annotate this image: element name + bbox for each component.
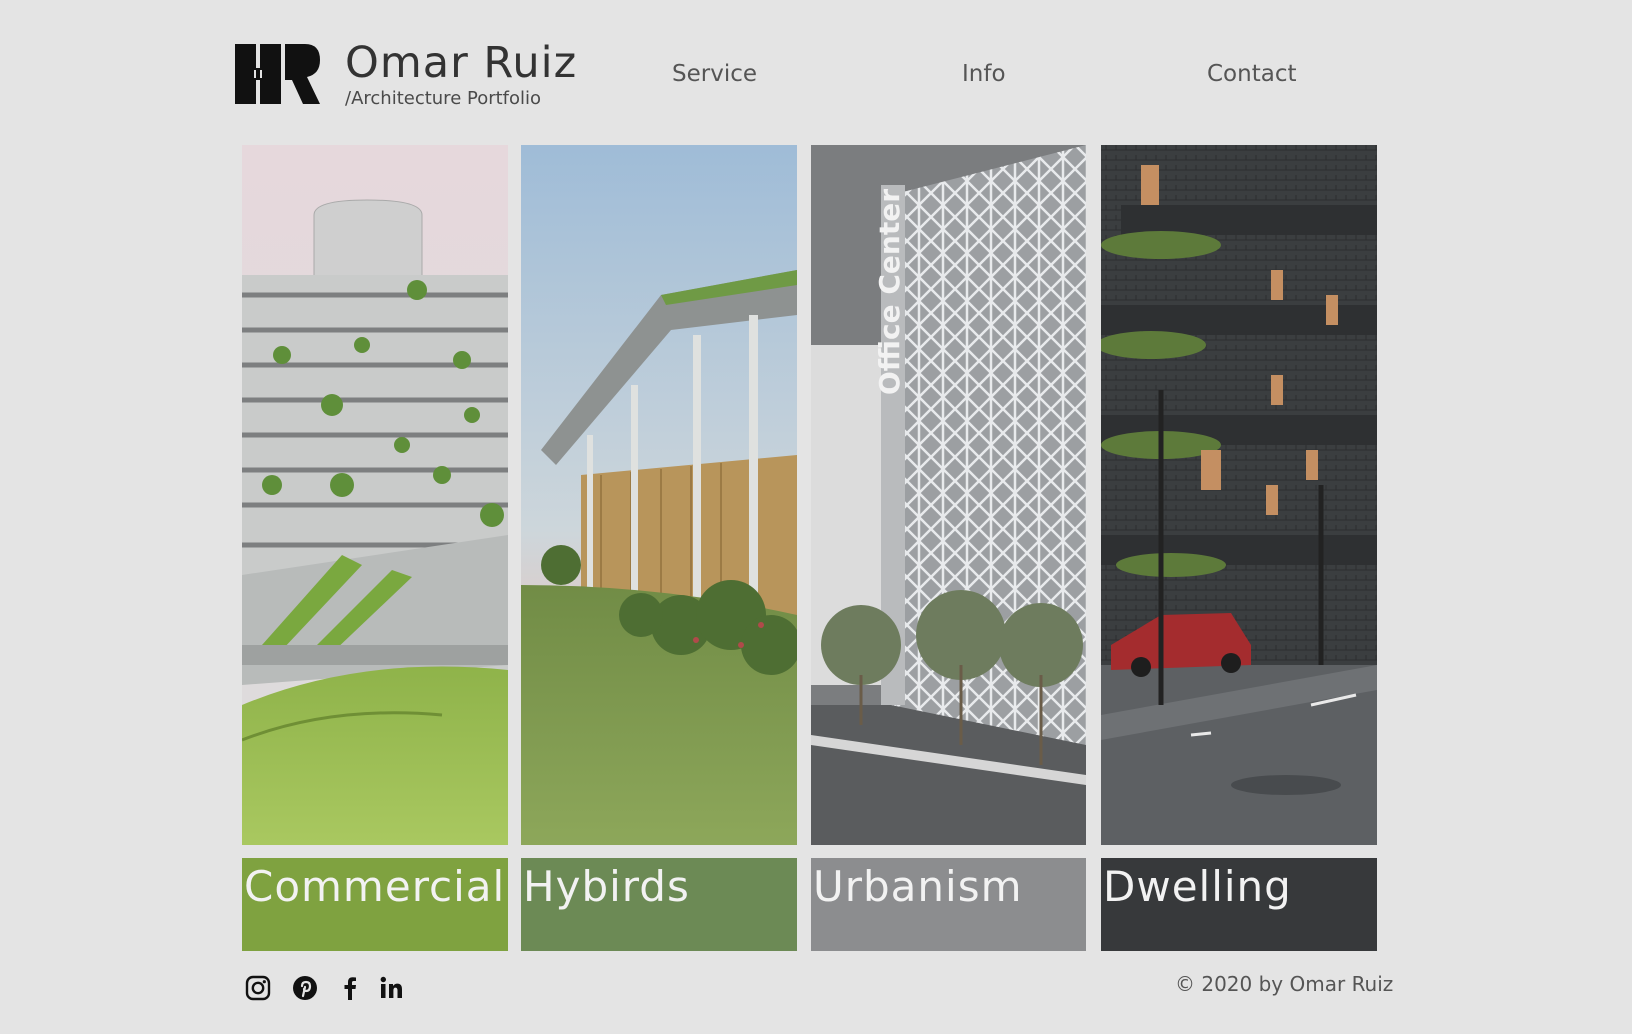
category-hybrids[interactable]: Hybirds <box>521 858 797 951</box>
category-commercial-label: Commercial <box>244 862 506 911</box>
instagram-icon[interactable] <box>244 974 272 1002</box>
pinterest-icon[interactable] <box>291 974 319 1002</box>
hybrids-image[interactable] <box>521 145 797 845</box>
copyright-text: © 2020 by Omar Ruiz <box>1175 972 1394 996</box>
nav-contact[interactable]: Contact <box>1207 61 1296 87</box>
category-hybrids-label: Hybirds <box>523 862 690 911</box>
category-urbanism-label: Urbanism <box>813 862 1023 911</box>
nav-service[interactable]: Service <box>672 61 757 87</box>
urbanism-image[interactable]: Office Center <box>811 145 1086 845</box>
office-center-sign: Office Center <box>873 189 906 395</box>
linkedin-icon[interactable] <box>377 974 405 1002</box>
commercial-image[interactable] <box>242 145 508 845</box>
category-urbanism[interactable]: Urbanism <box>811 858 1086 951</box>
category-dwelling[interactable]: Dwelling <box>1101 858 1377 951</box>
brand-name: Omar Ruiz <box>345 38 578 88</box>
category-commercial[interactable]: Commercial <box>242 858 508 951</box>
dwelling-image[interactable] <box>1101 145 1377 845</box>
logo-icon[interactable] <box>235 44 320 104</box>
category-dwelling-label: Dwelling <box>1103 862 1292 911</box>
nav-info[interactable]: Info <box>962 61 1006 87</box>
brand-subtitle: /Architecture Portfolio <box>345 88 542 109</box>
facebook-icon[interactable] <box>336 974 364 1002</box>
